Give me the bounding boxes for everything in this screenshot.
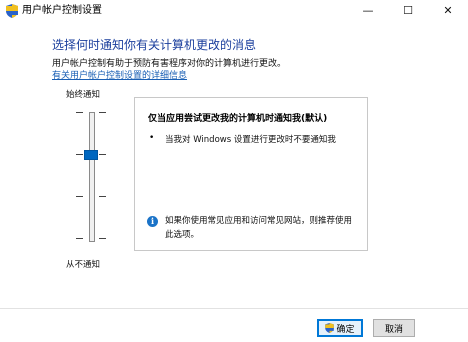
info-icon: i — [147, 216, 158, 227]
panel-info-text: 如果你使用常见应用和访问常见网站，则推荐使用此选项。 — [165, 216, 353, 240]
notification-slider-track[interactable] — [89, 112, 95, 242]
slider-tick-right-2 — [99, 154, 106, 155]
window-title: 用户帐户控制设置 — [22, 5, 102, 16]
slider-tick-left-1 — [76, 112, 83, 113]
close-button[interactable]: ✕ — [428, 0, 468, 20]
help-link[interactable]: 有关用户帐户控制设置的详细信息 — [52, 68, 187, 81]
slider-tick-left-3 — [76, 196, 83, 197]
panel-bullet-text: 当我对 Windows 设置进行更改时不要通知我 — [165, 135, 336, 145]
footer-divider — [0, 308, 468, 309]
setting-description-panel: 仅当应用尝试更改我的计算机时通知我(默认) • 当我对 Windows 设置进行… — [134, 97, 368, 251]
title-bar: 用户帐户控制设置 — ☐ ✕ — [0, 0, 468, 22]
shield-icon — [325, 323, 335, 333]
bullet-icon: • — [149, 133, 155, 143]
notification-slider-thumb[interactable] — [84, 150, 98, 160]
maximize-button[interactable]: ☐ — [388, 0, 428, 20]
slider-top-label: 始终通知 — [66, 90, 101, 100]
slider-tick-left-2 — [76, 154, 83, 155]
slider-tick-right-3 — [99, 196, 106, 197]
shield-icon — [6, 4, 18, 18]
slider-tick-left-4 — [76, 238, 83, 239]
slider-tick-right-1 — [99, 112, 106, 113]
cancel-button-label: 取消 — [384, 324, 403, 335]
panel-title: 仅当应用尝试更改我的计算机时通知我(默认) — [148, 114, 328, 124]
page-heading: 选择何时通知你有关计算机更改的消息 — [52, 38, 257, 52]
slider-tick-right-4 — [99, 238, 106, 239]
ok-button-label: 确定 — [336, 324, 355, 335]
ok-button[interactable]: 确定 — [317, 319, 363, 337]
minimize-button[interactable]: — — [348, 0, 388, 20]
slider-bottom-label: 从不通知 — [66, 260, 101, 270]
cancel-button[interactable]: 取消 — [373, 319, 415, 337]
